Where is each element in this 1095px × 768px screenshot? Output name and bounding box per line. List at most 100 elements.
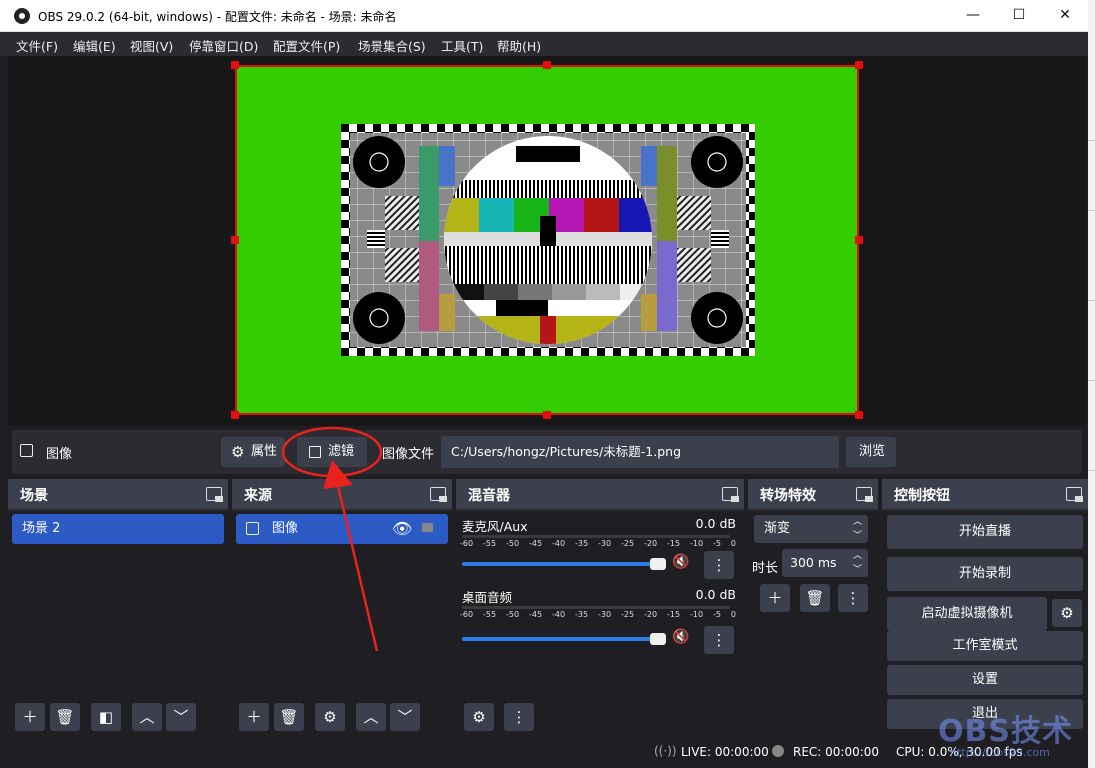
- duration-label: 时长: [752, 561, 779, 576]
- test-card-image: [341, 124, 755, 356]
- resize-handle-b[interactable]: [543, 411, 551, 419]
- scale-tick: -20: [644, 539, 658, 548]
- move-source-up-button[interactable]: ︿: [356, 703, 386, 731]
- advanced-audio-button[interactable]: ⚙: [464, 703, 494, 731]
- scale-tick: -10: [690, 610, 704, 619]
- move-scene-down-button[interactable]: ﹀: [166, 703, 196, 731]
- lock-icon[interactable]: [422, 523, 433, 532]
- maximize-button[interactable]: ☐: [996, 0, 1042, 32]
- scale-tick: -55: [483, 610, 497, 619]
- mixer-menu-button[interactable]: ⋮: [504, 703, 534, 731]
- menu-profile[interactable]: 配置文件(P): [273, 36, 340, 55]
- mixer-dock: 混音器 麦克风/Aux 0.0 dB -60 -55 -50 -45 -40 -35 -30…: [456, 479, 744, 737]
- resize-handle-r[interactable]: [855, 236, 863, 244]
- source-properties-button[interactable]: ⚙: [315, 703, 345, 731]
- sources-list: 图像 👁 ＋ 🗑 ⚙ ︿ ﹀: [232, 511, 452, 737]
- kebab-menu-icon: ⋮: [511, 708, 527, 726]
- muted-speaker-icon[interactable]: 🔇: [672, 629, 689, 645]
- exit-button[interactable]: 退出: [887, 699, 1083, 729]
- settings-button[interactable]: 设置: [887, 665, 1083, 695]
- image-icon: [246, 522, 259, 535]
- scenes-list: 场景 2 ＋ 🗑 ◧ ︿ ﹀: [8, 511, 228, 737]
- rec-time: REC: 00:00:00: [793, 745, 880, 759]
- remove-scene-button[interactable]: 🗑: [50, 703, 80, 731]
- mic-channel-name: 麦克风/Aux: [462, 519, 528, 534]
- menu-scene-collection[interactable]: 场景集合(S): [358, 36, 426, 55]
- menu-help[interactable]: 帮助(H): [497, 36, 541, 55]
- start-recording-button[interactable]: 开始录制: [887, 557, 1083, 591]
- desktop-menu-button[interactable]: ⋮: [704, 626, 734, 654]
- resize-handle-t[interactable]: [543, 61, 551, 69]
- scene-item[interactable]: 场景 2: [12, 514, 224, 544]
- chevron-down-icon: ﹀: [173, 708, 189, 726]
- trash-icon: 🗑: [55, 708, 75, 726]
- scene-filters-button[interactable]: ◧: [91, 703, 121, 731]
- scale-tick: -35: [575, 610, 589, 619]
- virtual-camera-settings-button[interactable]: ⚙: [1052, 599, 1082, 627]
- browse-button[interactable]: 浏览: [846, 437, 896, 467]
- move-source-down-button[interactable]: ﹀: [390, 703, 420, 731]
- obs-logo-icon: [14, 8, 30, 24]
- undock-icon[interactable]: [1066, 487, 1083, 502]
- desktop-volume-slider[interactable]: [462, 637, 660, 641]
- properties-button[interactable]: ⚙ 属性: [221, 437, 285, 467]
- undock-icon[interactable]: [856, 487, 873, 502]
- resize-handle-tr[interactable]: [855, 61, 863, 69]
- start-streaming-button[interactable]: 开始直播: [887, 515, 1083, 549]
- menu-file[interactable]: 文件(F): [16, 36, 58, 55]
- transition-menu-button[interactable]: ⋮: [838, 584, 868, 612]
- resize-handle-tl[interactable]: [231, 61, 239, 69]
- undock-icon[interactable]: [722, 487, 739, 502]
- live-time: LIVE: 00:00:00: [681, 745, 769, 759]
- mic-volume-handle[interactable]: [650, 558, 666, 570]
- muted-speaker-icon[interactable]: 🔇: [672, 554, 689, 570]
- source-item[interactable]: 图像 👁: [236, 514, 448, 544]
- filters-label: 滤镜: [328, 444, 355, 459]
- filters-button[interactable]: 滤镜: [297, 437, 367, 467]
- gear-icon: ⚙: [1060, 604, 1074, 622]
- desktop-meter-scale: -60 -55 -50 -45 -40 -35 -30 -25 -20 -15 -10 -5 0: [460, 610, 736, 619]
- window-title: OBS 29.0.2 (64-bit, windows) - 配置文件: 未命名…: [38, 10, 397, 24]
- source-name: 图像: [46, 447, 73, 462]
- mixer-header: 混音器: [456, 479, 744, 509]
- menu-tools[interactable]: 工具(T): [441, 36, 483, 55]
- mic-menu-button[interactable]: ⋮: [704, 551, 734, 579]
- obs-window: OBS 29.0.2 (64-bit, windows) - 配置文件: 未命名…: [0, 0, 1088, 768]
- resize-handle-l[interactable]: [231, 236, 239, 244]
- add-transition-button[interactable]: ＋: [760, 584, 790, 612]
- controls-body: 开始直播 开始录制 启动虚拟摄像机 ⚙ 工作室模式 设置 退出: [882, 511, 1088, 737]
- remove-transition-button[interactable]: 🗑: [800, 584, 830, 612]
- controls-header: 控制按钮: [882, 479, 1088, 509]
- close-button[interactable]: ✕: [1042, 0, 1088, 32]
- transition-select[interactable]: 渐变 ︿ ﹀: [754, 515, 868, 543]
- start-virtual-camera-button[interactable]: 启动虚拟摄像机: [887, 597, 1047, 631]
- scale-tick: -15: [667, 539, 681, 548]
- desktop-volume-handle[interactable]: [650, 633, 666, 645]
- menu-docks[interactable]: 停靠窗口(D): [189, 36, 258, 55]
- file-path-field[interactable]: C:/Users/hongz/Pictures/未标题-1.png: [441, 436, 839, 468]
- title-bar: OBS 29.0.2 (64-bit, windows) - 配置文件: 未命名…: [0, 0, 1088, 32]
- preview-canvas[interactable]: [235, 65, 859, 415]
- mic-volume-slider[interactable]: [462, 562, 660, 566]
- scale-tick: -5: [713, 539, 721, 548]
- add-scene-button[interactable]: ＋: [15, 703, 45, 731]
- preview-area[interactable]: [8, 56, 1086, 426]
- remove-source-button[interactable]: 🗑: [274, 703, 304, 731]
- undock-icon[interactable]: [430, 487, 447, 502]
- scenes-header: 场景: [8, 479, 228, 509]
- studio-mode-button[interactable]: 工作室模式: [887, 631, 1083, 661]
- scale-tick: -30: [598, 539, 612, 548]
- duration-field[interactable]: 300 ms ︿ ﹀: [782, 549, 868, 577]
- minimize-button[interactable]: —: [950, 0, 996, 32]
- scale-tick: -60: [460, 610, 474, 619]
- undock-icon[interactable]: [206, 487, 223, 502]
- filter-icon: [309, 446, 321, 458]
- move-scene-up-button[interactable]: ︿: [132, 703, 162, 731]
- eye-icon[interactable]: 👁: [392, 514, 412, 544]
- menu-edit[interactable]: 编辑(E): [73, 36, 116, 55]
- menu-view[interactable]: 视图(V): [130, 36, 173, 55]
- add-source-button[interactable]: ＋: [239, 703, 269, 731]
- resize-handle-br[interactable]: [855, 411, 863, 419]
- resize-handle-bl[interactable]: [231, 411, 239, 419]
- sources-header: 来源: [232, 479, 452, 509]
